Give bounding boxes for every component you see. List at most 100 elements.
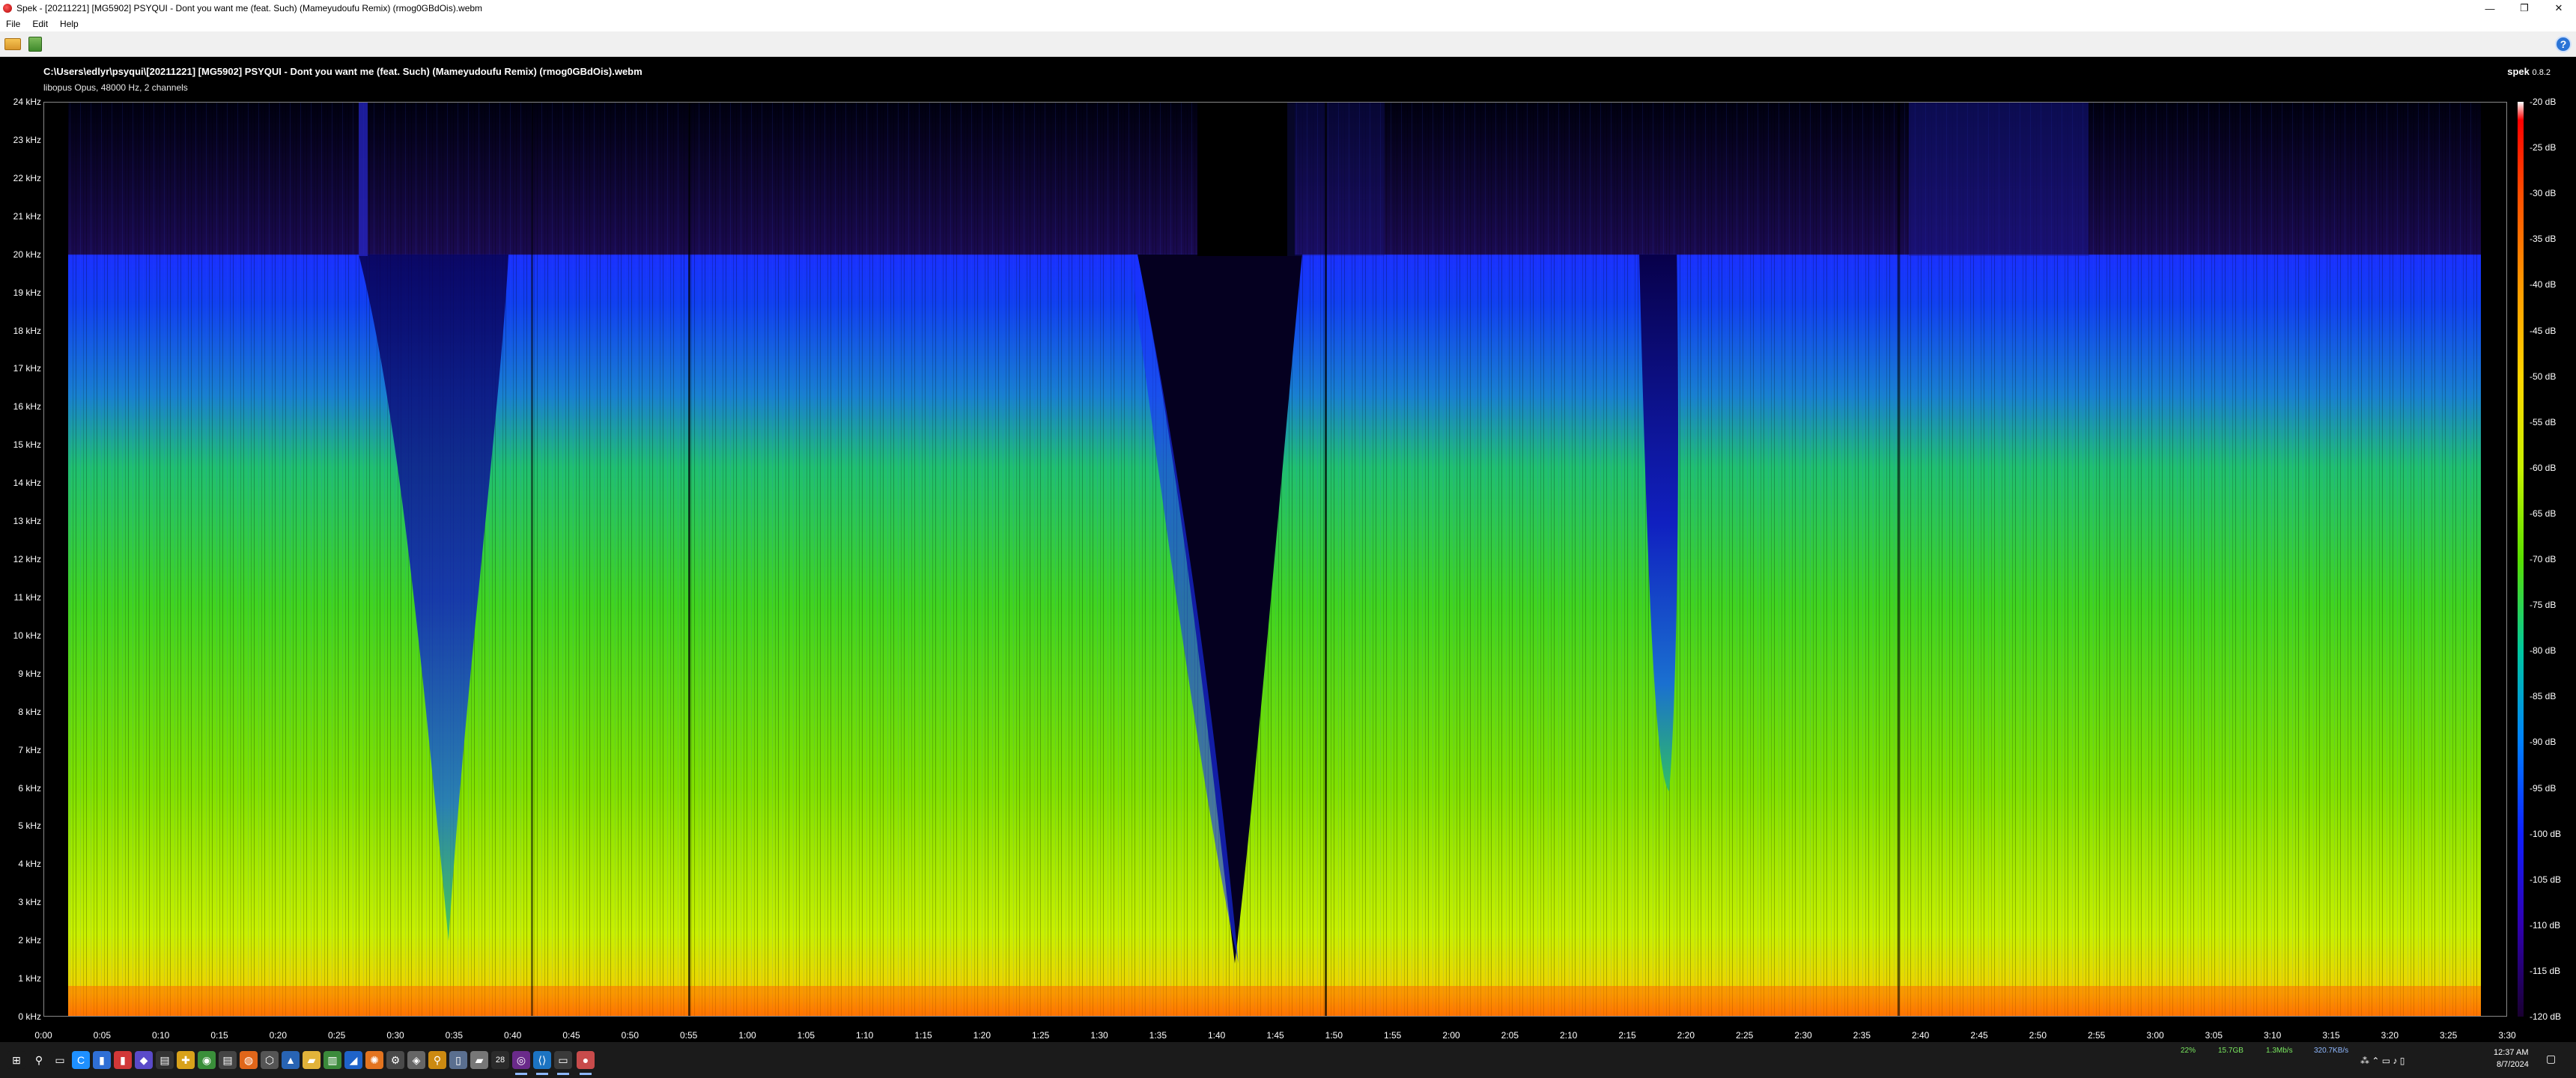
time-tick-label: 1:25 [1031,1030,1050,1041]
app-icon-grey[interactable]: ◈ [407,1051,425,1069]
help-icon: ? [2555,36,2572,52]
decibel-tick-label: -30 dB [2530,188,2557,199]
frequency-tick-label: 20 kHz [13,249,41,260]
app-icon-shark[interactable]: ◢ [344,1051,362,1069]
decibel-tick-label: -80 dB [2530,645,2557,657]
tray-icons[interactable]: ⁂ ⌃ ▭ ♪ ▯ [2360,1056,2405,1066]
chrome-icon[interactable]: ◉ [198,1051,216,1069]
vscode-icon[interactable]: ⟨⟩ [533,1051,551,1075]
spectrogram-panel: C:\Users\edlyr\psyqui\[20211221] [MG5902… [0,57,2576,1042]
terminal2-icon[interactable]: ▤ [219,1051,237,1069]
app-icon-purple[interactable]: ◆ [135,1051,153,1069]
time-tick-label: 2:15 [1618,1030,1636,1041]
memory-meter: 15.7GB [2218,1047,2244,1055]
window-controls: — ❐ ✕ [2473,0,2576,16]
frequency-tick-label: 9 kHz [18,668,41,679]
time-tick-label: 3:00 [2146,1030,2164,1041]
time-tick-label: 1:40 [1207,1030,1226,1041]
app-icon-blue2[interactable]: ▲ [282,1051,300,1069]
time-tick-label: 1:10 [855,1030,874,1041]
decibel-tick-label: -65 dB [2530,508,2557,519]
app-icon-yellow[interactable]: ✚ [177,1051,195,1069]
clock-time[interactable]: 12:37 AM [2494,1048,2528,1057]
document-icon[interactable]: ▯ [449,1051,467,1069]
menu-file[interactable]: File [0,19,26,29]
app-icon-orange[interactable]: ✺ [365,1051,383,1069]
close-button[interactable]: ✕ [2542,0,2576,16]
time-tick-label: 1:35 [1149,1030,1167,1041]
task-view-icon[interactable]: ▭ [51,1051,69,1069]
time-tick-label: 3:05 [2205,1030,2223,1041]
title-bar: Spek - [20211221] [MG5902] PSYQUI - Dont… [0,0,2576,16]
time-tick-label: 0:20 [269,1030,288,1041]
frequency-tick-label: 24 kHz [13,97,41,107]
time-tick-label: 0:00 [34,1030,52,1041]
decibel-tick-label: -25 dB [2530,142,2557,153]
search-icon[interactable]: ⚲ [30,1051,48,1069]
frequency-tick-label: 8 kHz [18,706,41,717]
app-icon-red[interactable]: ▮ [114,1051,132,1069]
time-tick-label: 2:10 [1559,1030,1578,1041]
notification-icon[interactable]: ▢ [2546,1053,2556,1065]
save-button[interactable] [25,35,45,53]
app-icon-blue[interactable]: ▮ [93,1051,111,1069]
windows-start-icon[interactable]: ⊞ [7,1051,25,1069]
time-tick-label: 1:45 [1266,1030,1284,1041]
time-tick-label: 0:15 [210,1030,228,1041]
app-icon-grey2[interactable]: ▰ [470,1051,488,1069]
decibel-tick-label: -105 dB [2530,874,2562,885]
decibel-tick-label: -70 dB [2530,554,2557,564]
about-button[interactable]: ? [2554,35,2573,53]
decibel-tick-label: -60 dB [2530,462,2557,473]
firefox-icon[interactable]: ◍ [240,1051,258,1069]
search2-icon[interactable]: ⚲ [428,1051,446,1069]
settings-icon[interactable]: ⚙ [386,1051,404,1069]
save-icon [28,37,42,52]
decibel-tick-label: -110 dB [2530,919,2561,931]
folder-open-icon [4,38,21,50]
time-tick-label: 2:20 [1677,1030,1695,1041]
minimize-button[interactable]: — [2473,0,2507,16]
network-up-meter: 320.7KB/s [2314,1047,2349,1055]
frequency-tick-label: 4 kHz [18,859,41,870]
frequency-tick-label: 21 kHz [13,210,41,222]
time-tick-label: 0:35 [445,1030,464,1041]
frequency-tick-label: 10 kHz [13,630,41,641]
app-icon-28[interactable]: 28 [491,1051,509,1069]
time-tick-label: 3:15 [2322,1030,2340,1041]
frequency-tick-label: 18 kHz [13,325,41,336]
window-icon[interactable]: ▭ [554,1051,572,1075]
time-tick-label: 0:50 [621,1030,640,1041]
open-file-button[interactable] [3,35,22,53]
app-icon-c[interactable]: C [72,1051,90,1069]
time-tick-label: 2:35 [1853,1030,1871,1041]
time-tick-label: 3:25 [2439,1030,2458,1041]
decibel-tick-label: -75 dB [2530,600,2557,611]
decibel-tick-label: -90 dB [2530,737,2557,748]
notes-icon[interactable]: ▥ [323,1051,341,1069]
frequency-tick-label: 12 kHz [13,554,41,564]
frequency-tick-label: 0 kHz [18,1011,41,1022]
frequency-tick-label: 5 kHz [18,820,41,832]
menu-help[interactable]: Help [54,19,85,29]
time-tick-label: 2:30 [1794,1030,1812,1041]
file-info: libopus Opus, 48000 Hz, 2 channels [43,82,188,93]
terminal-icon[interactable]: ▤ [156,1051,174,1069]
spek-icon[interactable]: ● [577,1051,595,1075]
network-down-meter: 1.3Mb/s [2266,1047,2293,1055]
frequency-tick-label: 23 kHz [13,134,41,145]
time-tick-label: 1:55 [1383,1030,1402,1041]
time-tick-label: 3:20 [2381,1030,2399,1041]
decibel-tick-label: -120 dB [2530,1011,2562,1022]
spectrogram-plot[interactable] [43,102,2507,1017]
decibel-tick-label: -35 dB [2530,234,2557,245]
cube-icon[interactable]: ⬡ [261,1051,279,1069]
frequency-tick-label: 6 kHz [18,782,41,794]
explorer-icon[interactable]: ▰ [303,1051,321,1069]
frequency-tick-label: 15 kHz [13,439,41,451]
restore-button[interactable]: ❐ [2507,0,2542,16]
menu-edit[interactable]: Edit [26,19,54,29]
media-icon[interactable]: ◎ [512,1051,530,1075]
clock-date[interactable]: 8/7/2024 [2497,1060,2529,1069]
time-tick-label: 2:40 [1911,1030,1930,1041]
